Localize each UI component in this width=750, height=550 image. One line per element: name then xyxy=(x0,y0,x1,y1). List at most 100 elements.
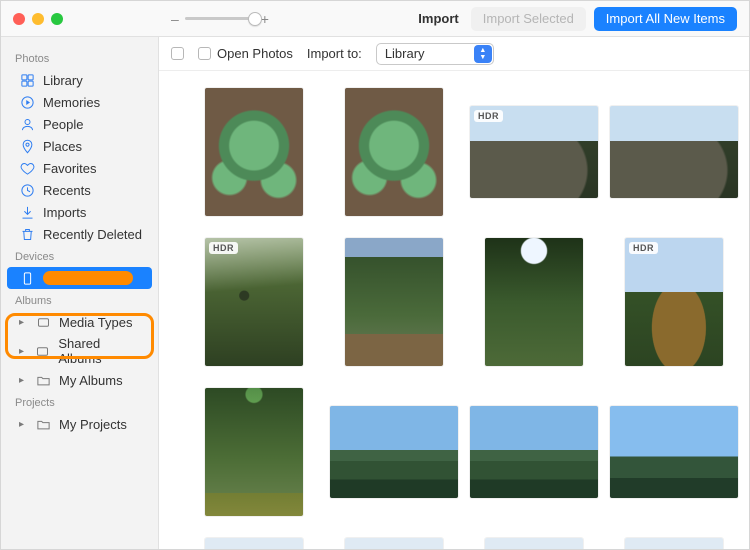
trash-icon xyxy=(19,226,35,242)
import-to-select[interactable]: Library ▲▼ xyxy=(376,43,494,65)
sidebar-item-label: Media Types xyxy=(59,315,132,330)
page-title: Import xyxy=(418,11,458,26)
thumbnail[interactable]: HDR xyxy=(609,237,739,367)
chevron-right-icon[interactable]: ▸ xyxy=(19,317,27,328)
sidebar-section-albums: Albums xyxy=(1,289,158,311)
thumbnail[interactable] xyxy=(609,87,739,217)
sidebar-item-label: Imports xyxy=(43,205,86,220)
chevron-right-icon[interactable]: ▸ xyxy=(19,419,27,430)
device-name-redacted xyxy=(43,271,133,285)
sidebar-item-label: Recents xyxy=(43,183,91,198)
sidebar-item-recently-deleted[interactable]: Recently Deleted xyxy=(1,223,158,245)
chevron-right-icon[interactable]: ▸ xyxy=(19,346,27,357)
thumbnail[interactable] xyxy=(329,537,459,549)
sidebar-item-places[interactable]: Places xyxy=(1,135,158,157)
zoom-in-icon: + xyxy=(261,11,269,27)
sidebar-item-label: My Projects xyxy=(59,417,127,432)
open-photos-option[interactable]: Open Photos xyxy=(198,46,293,61)
main-pane: Open Photos Import to: Library ▲▼ HDRHDR… xyxy=(159,37,749,549)
window-controls xyxy=(1,13,71,25)
import-to-value: Library xyxy=(385,46,425,61)
sidebar-item-label: Favorites xyxy=(43,161,96,176)
open-photos-checkbox[interactable] xyxy=(198,47,211,60)
thumbnail[interactable] xyxy=(469,387,599,517)
favorites-icon xyxy=(19,160,35,176)
imports-icon xyxy=(19,204,35,220)
photo-preview xyxy=(205,538,303,549)
app-window: – + Import Import Selected Import All Ne… xyxy=(0,0,750,550)
library-icon xyxy=(19,72,35,88)
sidebar-item-label: Places xyxy=(43,139,82,154)
photo-preview: HDR xyxy=(625,238,723,366)
photo-preview xyxy=(205,88,303,216)
minimize-window-button[interactable] xyxy=(32,13,44,25)
thumbnail[interactable] xyxy=(469,237,599,367)
sidebar-item-label: Recently Deleted xyxy=(43,227,142,242)
slider-knob[interactable] xyxy=(248,12,262,26)
thumbnail[interactable] xyxy=(189,87,319,217)
thumbnail[interactable] xyxy=(609,387,739,517)
thumbnail[interactable] xyxy=(469,537,599,549)
chevron-right-icon[interactable]: ▸ xyxy=(19,375,27,386)
sidebar-item-recents[interactable]: Recents xyxy=(1,179,158,201)
slider-track[interactable] xyxy=(185,17,255,20)
sidebar-item-my-albums[interactable]: ▸ My Albums xyxy=(1,369,158,391)
photo-preview xyxy=(330,406,458,498)
recents-icon xyxy=(19,182,35,198)
thumbnail-grid[interactable]: HDR HDR HDR xyxy=(159,71,749,549)
thumbnail[interactable] xyxy=(609,537,739,549)
close-window-button[interactable] xyxy=(13,13,25,25)
import-selected-button[interactable]: Import Selected xyxy=(471,7,586,31)
sidebar-item-people[interactable]: People xyxy=(1,113,158,135)
photo-preview xyxy=(345,88,443,216)
shared-albums-icon xyxy=(35,343,51,359)
import-to-label: Import to: xyxy=(307,46,362,61)
sidebar-item-library[interactable]: Library xyxy=(1,69,158,91)
sidebar-item-shared-albums[interactable]: ▸ Shared Albums xyxy=(1,333,158,369)
folder-icon xyxy=(35,416,51,432)
thumbnail[interactable]: HDR xyxy=(469,87,599,217)
select-all-checkbox[interactable] xyxy=(171,47,184,60)
sidebar: Photos Library Memories People Places Fa… xyxy=(1,37,159,549)
hdr-badge: HDR xyxy=(474,110,503,122)
thumbnail[interactable] xyxy=(189,537,319,549)
places-icon xyxy=(19,138,35,154)
sidebar-item-label: People xyxy=(43,117,83,132)
photo-preview xyxy=(485,538,583,549)
photo-preview xyxy=(610,406,738,498)
thumbnail[interactable] xyxy=(329,387,459,517)
import-all-button[interactable]: Import All New Items xyxy=(594,7,737,31)
sidebar-item-device[interactable] xyxy=(7,267,152,289)
sidebar-section-photos: Photos xyxy=(1,47,158,69)
sidebar-section-projects: Projects xyxy=(1,391,158,413)
sidebar-item-label: My Albums xyxy=(59,373,123,388)
sidebar-section-devices: Devices xyxy=(1,245,158,267)
sidebar-item-memories[interactable]: Memories xyxy=(1,91,158,113)
photo-preview xyxy=(345,238,443,366)
sidebar-item-my-projects[interactable]: ▸ My Projects xyxy=(1,413,158,435)
photo-preview: HDR xyxy=(470,106,598,198)
photo-preview xyxy=(485,238,583,366)
photo-preview xyxy=(625,538,723,549)
thumbnail[interactable] xyxy=(329,237,459,367)
thumbnail[interactable] xyxy=(329,87,459,217)
zoom-window-button[interactable] xyxy=(51,13,63,25)
device-icon xyxy=(19,270,35,286)
photo-preview xyxy=(345,538,443,549)
photo-preview: HDR xyxy=(205,238,303,366)
sidebar-item-imports[interactable]: Imports xyxy=(1,201,158,223)
folder-icon xyxy=(35,372,51,388)
sidebar-item-label: Shared Albums xyxy=(58,336,144,366)
memories-icon xyxy=(19,94,35,110)
titlebar: – + Import Import Selected Import All Ne… xyxy=(1,1,749,37)
import-controlbar: Open Photos Import to: Library ▲▼ xyxy=(159,37,749,71)
thumbnail-zoom-slider[interactable]: – + xyxy=(71,11,269,27)
thumbnail[interactable]: HDR xyxy=(189,237,319,367)
sidebar-item-media-types[interactable]: ▸ Media Types xyxy=(1,311,158,333)
media-types-icon xyxy=(35,314,51,330)
sidebar-item-favorites[interactable]: Favorites xyxy=(1,157,158,179)
photo-preview xyxy=(610,106,738,198)
open-photos-label: Open Photos xyxy=(217,46,293,61)
photo-preview xyxy=(205,388,303,516)
thumbnail[interactable] xyxy=(189,387,319,517)
